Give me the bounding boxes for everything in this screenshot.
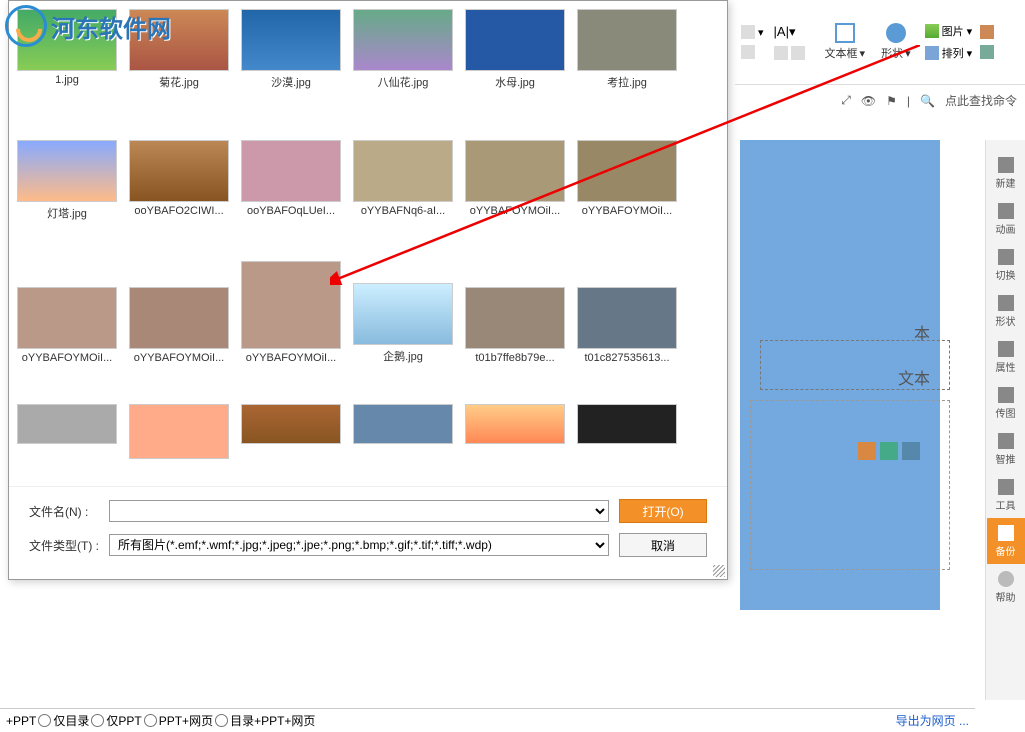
select-icon[interactable]: ⤢ bbox=[841, 93, 851, 108]
file-item[interactable] bbox=[465, 404, 565, 462]
file-item[interactable]: 考拉.jpg bbox=[577, 9, 677, 90]
sidepanel-new[interactable]: 新建 bbox=[987, 150, 1025, 196]
sidepanel-upload[interactable]: 传图 bbox=[987, 380, 1025, 426]
opt-tocpptweb[interactable]: 目录+PPT+网页 bbox=[215, 712, 315, 729]
textbox-button[interactable]: 文本框▾ bbox=[817, 19, 874, 65]
file-item[interactable] bbox=[577, 404, 677, 462]
sidepanel-trans[interactable]: 切换 bbox=[987, 242, 1025, 288]
media-icon-chart[interactable] bbox=[880, 442, 898, 460]
opt-pptonly[interactable]: 仅PPT bbox=[91, 712, 141, 729]
resize-grip[interactable] bbox=[713, 565, 725, 577]
filetype-label: 文件类型(T) : bbox=[29, 537, 99, 554]
ribbon-extra1[interactable] bbox=[978, 23, 996, 41]
ribbon-extra2[interactable] bbox=[978, 43, 996, 61]
divider: | bbox=[907, 94, 910, 108]
line-spacing-button[interactable]: |A|▾ bbox=[772, 22, 807, 42]
insert-image-button[interactable]: 图片 ▾ bbox=[923, 21, 975, 41]
file-item[interactable] bbox=[353, 404, 453, 462]
media-icon-media[interactable] bbox=[902, 442, 920, 460]
open-button[interactable]: 打开(O) bbox=[619, 499, 707, 523]
file-item[interactable] bbox=[241, 404, 341, 462]
export-web-link[interactable]: 导出为网页 ... bbox=[896, 712, 969, 729]
search-hint[interactable]: 点此查找命令 bbox=[945, 92, 1017, 109]
file-item[interactable]: ooYBAFOqLUeI... bbox=[241, 140, 341, 221]
flag-icon[interactable]: ⚑ bbox=[886, 94, 897, 108]
filetype-select[interactable]: 所有图片(*.emf;*.wmf;*.jpg;*.jpeg;*.jpe;*.pn… bbox=[109, 534, 609, 556]
file-item[interactable]: t01c827535613... bbox=[577, 287, 677, 364]
arrange-button[interactable]: 排列▾ bbox=[923, 43, 975, 63]
slide-canvas[interactable]: 本 文本 bbox=[740, 140, 940, 610]
file-item[interactable]: 灯塔.jpg bbox=[17, 140, 117, 221]
sidepanel-backup[interactable]: 备份 bbox=[987, 518, 1025, 564]
list-outdent-button[interactable] bbox=[739, 43, 766, 61]
file-item[interactable]: oYYBAFOYMOiI... bbox=[241, 261, 341, 364]
sidepanel-tool[interactable]: 工具 bbox=[987, 472, 1025, 518]
file-item[interactable]: 水母.jpg bbox=[465, 9, 565, 90]
sidepanel-shape[interactable]: 形状 bbox=[987, 288, 1025, 334]
sidepanel-help[interactable]: 帮助 bbox=[987, 564, 1025, 610]
file-item[interactable]: 企鹅.jpg bbox=[353, 283, 453, 364]
list-indent-button[interactable]: ▾ bbox=[739, 23, 766, 41]
sidepanel-attr[interactable]: 属性 bbox=[987, 334, 1025, 380]
search-icon[interactable]: 🔍 bbox=[920, 94, 935, 108]
opt-pptweb[interactable]: PPT+网页 bbox=[144, 712, 213, 729]
file-item[interactable]: t01b7ffe8b79e... bbox=[465, 287, 565, 364]
file-item[interactable]: oYYBAFNq6-aI... bbox=[353, 140, 453, 221]
slide-body-hint: 文本 bbox=[898, 365, 930, 389]
slide-body-placeholder[interactable] bbox=[750, 400, 950, 570]
file-item[interactable]: oYYBAFOYMOiI... bbox=[465, 140, 565, 221]
filename-input[interactable] bbox=[109, 500, 609, 522]
file-item[interactable]: oYYBAFOYMOiI... bbox=[129, 287, 229, 364]
sidepanel-anim[interactable]: 动画 bbox=[987, 196, 1025, 242]
shape-button[interactable]: 形状▾ bbox=[873, 19, 919, 65]
eye-icon[interactable]: 👁 bbox=[861, 94, 876, 108]
filename-label: 文件名(N) : bbox=[29, 503, 99, 520]
indent-buttons[interactable] bbox=[772, 44, 807, 62]
file-item[interactable]: ooYBAFO2CIWI... bbox=[129, 140, 229, 221]
file-item[interactable]: 沙漠.jpg bbox=[241, 9, 341, 90]
file-item[interactable]: oYYBAFOYMOiI... bbox=[17, 287, 117, 364]
file-item[interactable]: oYYBAFOYMOiI... bbox=[577, 140, 677, 221]
opt-ppt[interactable]: +PPT bbox=[6, 714, 36, 728]
sidepanel-smart[interactable]: 智推 bbox=[987, 426, 1025, 472]
bottom-bar: +PPT 仅目录 仅PPT PPT+网页 目录+PPT+网页 导出为网页 ... bbox=[0, 708, 975, 732]
cancel-button[interactable]: 取消 bbox=[619, 533, 707, 557]
opt-toc[interactable]: 仅目录 bbox=[38, 712, 89, 729]
file-item[interactable] bbox=[17, 404, 117, 462]
file-open-dialog: 1.jpg 菊花.jpg 沙漠.jpg 八仙花.jpg 水母.jpg 考拉.jp… bbox=[8, 0, 728, 580]
watermark-text: 河东软件网 bbox=[51, 9, 171, 44]
media-icon-table[interactable] bbox=[858, 442, 876, 460]
file-item[interactable] bbox=[129, 404, 229, 462]
file-item[interactable]: 八仙花.jpg bbox=[353, 9, 453, 90]
watermark-logo bbox=[5, 5, 47, 47]
